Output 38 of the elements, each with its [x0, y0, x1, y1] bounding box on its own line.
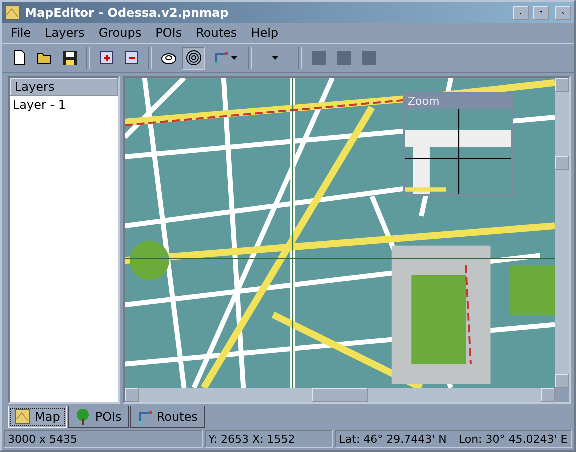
caret-icon: [272, 56, 278, 60]
square-icon: [360, 50, 376, 66]
menu-item[interactable]: File: [4, 26, 38, 40]
menu-item[interactable]: Layers: [38, 26, 92, 40]
square-icon: [336, 50, 352, 66]
menu-item[interactable]: POIs: [148, 26, 190, 40]
status-text: Lon: 30° 45.0243' E: [458, 432, 568, 446]
map-drawing[interactable]: [125, 78, 555, 388]
menu-item[interactable]: Help: [244, 26, 286, 40]
menu-item[interactable]: Routes: [189, 26, 244, 40]
minimize-button[interactable]: [513, 6, 529, 20]
toolbar-button[interactable]: [182, 46, 205, 70]
caret-icon: [230, 56, 238, 60]
status-text: Y: 2653 X: 1552: [208, 432, 296, 446]
maximize-button[interactable]: [533, 6, 549, 20]
new-file-icon: [12, 50, 28, 66]
panel-header: Layers: [10, 78, 118, 96]
close-button[interactable]: [555, 6, 571, 20]
zoom-in-icon: [98, 50, 114, 66]
tab[interactable]: Routes: [130, 406, 205, 428]
tree-icon: [75, 408, 92, 424]
tab[interactable]: Map: [8, 406, 68, 428]
zoom-window-title: Zoom: [405, 94, 511, 109]
tab[interactable]: POIs: [68, 406, 129, 428]
vertical-scrollbar[interactable]: [555, 78, 569, 388]
horizontal-scrollbar[interactable]: [125, 388, 555, 402]
target-icon: [186, 50, 202, 66]
zoom-out-icon: [124, 50, 140, 66]
window-title: MapEditor - Odessa.v2.pnmap: [25, 6, 230, 20]
menu-item[interactable]: Groups: [92, 26, 149, 40]
route-icon: [212, 50, 228, 66]
route-icon: [136, 408, 153, 424]
square-icon: [310, 50, 326, 66]
layer-item[interactable]: Layer - 1: [10, 96, 118, 114]
map-icon: [15, 408, 31, 424]
status-text: 3000 x 5435: [8, 432, 78, 446]
status-text: Lat: 46° 29.7443' N: [339, 432, 447, 446]
map-icon: [5, 4, 21, 20]
